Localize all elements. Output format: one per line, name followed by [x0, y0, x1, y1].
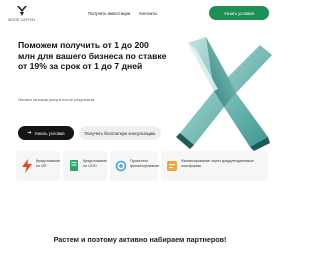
- logo-mark-icon: [17, 6, 27, 16]
- nav-item-investments[interactable]: Получить инвестиции: [88, 11, 130, 16]
- x-decor-illustration: [176, 37, 272, 151]
- card-label: Кредитование по ИП: [36, 159, 61, 168]
- learn-conditions-button[interactable]: ➜ Узнать условия: [18, 126, 74, 140]
- learn-conditions-label: Узнать условия: [34, 130, 65, 136]
- card-loans-ip[interactable]: Кредитование по ИП: [16, 151, 60, 181]
- card-label: Финансирование через краудлендинговые пл…: [181, 159, 254, 168]
- card-project-financing[interactable]: Проектное финансирование: [110, 151, 160, 181]
- service-cards: Кредитование по ИП Кредитование по ООО П…: [16, 151, 268, 181]
- nav-item-contacts[interactable]: Контакты: [139, 11, 157, 16]
- card-crowdlending[interactable]: Финансирование через краудлендинговые пл…: [161, 151, 268, 181]
- nav: Получить инвестиции Контакты: [88, 11, 165, 16]
- logo[interactable]: MOOS CAPITAL: [6, 5, 38, 25]
- crowd-icon: [167, 161, 177, 171]
- hero-title: Поможем получить от 1 до 200 млн для ваш…: [18, 40, 167, 71]
- free-consultation-button[interactable]: Получить бесплатную консультацию: [79, 126, 161, 140]
- card-label: Кредитование по ООО: [83, 159, 108, 168]
- circle-icon: [115, 160, 127, 172]
- logo-text: MOOS CAPITAL: [8, 18, 36, 22]
- card-label: Проектное финансирование: [130, 159, 160, 168]
- partners-section-title: Растем и поэтому активно набираем партне…: [53, 235, 227, 244]
- document-icon: [70, 160, 78, 171]
- hero-subtitle: Оплата за наши услуги после результата: [18, 97, 95, 102]
- lightning-icon: [22, 159, 32, 173]
- header: MOOS CAPITAL Получить инвестиции Контакт…: [0, 0, 280, 28]
- card-loans-ooo[interactable]: Кредитование по ООО: [63, 151, 107, 181]
- header-cta-button[interactable]: Узнать условия: [209, 6, 269, 20]
- arrow-right-icon: ➜: [27, 129, 32, 136]
